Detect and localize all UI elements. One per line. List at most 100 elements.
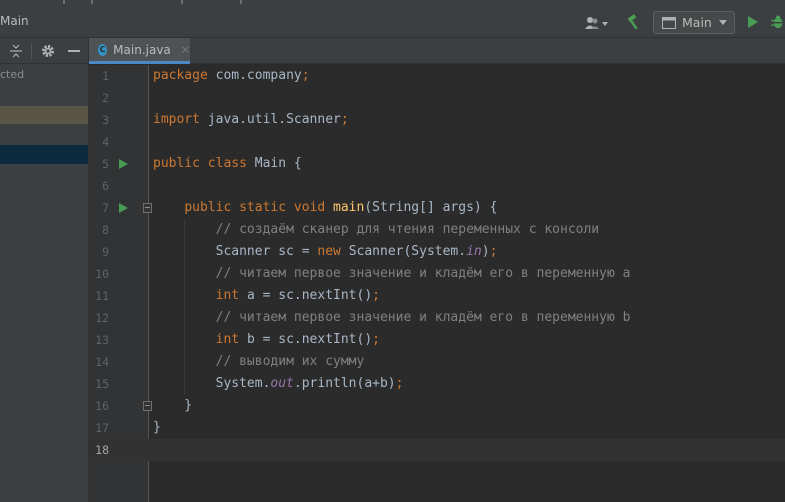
line-number: 11 (95, 289, 109, 303)
code-token: } (153, 420, 161, 435)
code-text: int b = sc.nextInt(); (153, 329, 380, 351)
code-text: int a = sc.nextInt(); (153, 285, 380, 307)
line-number: 18 (95, 443, 109, 457)
code-text: } (153, 395, 192, 417)
code-token: java.util.Scanner (207, 112, 341, 127)
editor-tab-bar: C Main.java × (89, 38, 785, 64)
code-line[interactable]: 15 System.out.println(a+b); (89, 373, 785, 395)
minimize-icon[interactable] (68, 50, 80, 52)
code-line[interactable]: 1 package com.company; (89, 65, 785, 87)
close-icon[interactable]: × (181, 43, 190, 56)
code-token: System. (153, 376, 271, 391)
build-hammer-icon[interactable] (626, 14, 642, 30)
gear-icon[interactable] (41, 44, 55, 58)
collapse-all-icon[interactable] (10, 44, 22, 58)
code-token: // читаем первое значение и кладём его в… (215, 266, 631, 281)
gutter-run-icon[interactable] (119, 203, 128, 213)
code-line[interactable]: 2 (89, 87, 785, 109)
code-token: com.company (215, 68, 302, 83)
tab-main-java[interactable]: C Main.java × (89, 38, 190, 64)
user-dropdown-icon[interactable] (585, 15, 609, 31)
line-number: 13 (95, 333, 109, 347)
code-token: in (466, 244, 482, 259)
code-line[interactable]: 4 (89, 131, 785, 153)
debug-bug-icon[interactable] (771, 14, 785, 30)
line-number: 16 (95, 399, 109, 413)
code-line[interactable]: 13 int b = sc.nextInt(); (89, 329, 785, 351)
code-text: public static void main(String[] args) { (153, 197, 497, 219)
code-line[interactable]: 8 // создаём сканер для чтения переменны… (89, 219, 785, 241)
code-text: public class Main { (153, 153, 302, 175)
indent-guide (184, 219, 185, 395)
line-number: 17 (95, 421, 109, 435)
java-class-icon: C (98, 43, 108, 56)
project-tree-item[interactable]: cted (0, 68, 24, 81)
code-line[interactable]: 6 (89, 175, 785, 197)
chevron-down-icon (719, 20, 727, 25)
code-token: int (215, 288, 247, 303)
code-line[interactable]: 17} (89, 417, 785, 439)
code-token: Scanner sc = (153, 244, 318, 259)
title-strip-tick (63, 0, 65, 4)
code-token: main (333, 200, 365, 215)
code-token: a = sc.nextInt() (246, 288, 373, 303)
code-line[interactable]: 16 } (89, 395, 785, 417)
code-token: // читаем первое значение и кладём его в… (215, 310, 631, 325)
code-text: Scanner sc = new Scanner(System.in); (153, 241, 498, 263)
code-line[interactable]: 14 // выводим их сумму (89, 351, 785, 373)
line-number: 10 (95, 267, 109, 281)
code-token: package (153, 68, 216, 83)
code-line[interactable]: 10 // читаем первое значение и кладём ег… (89, 263, 785, 285)
line-number: 5 (102, 157, 109, 171)
code-token: ) (481, 244, 490, 259)
run-configuration-select[interactable]: Main (653, 11, 735, 34)
title-strip-tick (91, 0, 93, 4)
line-number: 6 (102, 179, 109, 193)
code-token: .println(a+b) (293, 376, 396, 391)
line-number: 15 (95, 377, 109, 391)
code-token: ; (372, 332, 380, 347)
code-token: public class (153, 156, 255, 171)
code-token: ; (372, 288, 380, 303)
project-name[interactable]: Main (0, 14, 29, 28)
code-token: out (270, 376, 294, 391)
fold-marker-icon[interactable] (143, 203, 152, 213)
run-icon[interactable] (747, 15, 759, 29)
project-tree-row-selected[interactable] (0, 145, 88, 164)
code-token: // создаём сканер для чтения переменных … (215, 222, 600, 237)
code-token: Main { (254, 156, 302, 171)
tab-label: Main.java (113, 42, 171, 57)
code-line[interactable]: 7 public static void main(String[] args)… (89, 197, 785, 219)
code-token: ; (301, 68, 310, 83)
code-line[interactable]: 12 // читаем первое значение и кладём ег… (89, 307, 785, 329)
line-number: 7 (102, 201, 109, 215)
code-text: import java.util.Scanner; (153, 109, 349, 131)
code-token: public static void (184, 200, 334, 215)
main-toolbar: Main Main (0, 6, 785, 38)
code-line[interactable]: 9 Scanner sc = new Scanner(System.in); (89, 241, 785, 263)
code-token: new (317, 244, 349, 259)
code-line[interactable]: 18 (89, 439, 785, 461)
code-token: ; (395, 376, 404, 391)
code-text: package com.company; (153, 65, 310, 87)
code-token: b = sc.nextInt() (246, 332, 373, 347)
code-line[interactable]: 11 int a = sc.nextInt(); (89, 285, 785, 307)
line-number: 9 (102, 245, 109, 259)
gutter-run-icon[interactable] (119, 159, 128, 169)
code-text: // читаем первое значение и кладём его в… (153, 263, 631, 285)
line-number: 1 (102, 69, 109, 83)
code-token: (String[] args) { (364, 200, 498, 215)
code-token: ; (489, 244, 498, 259)
code-text: // создаём сканер для чтения переменных … (153, 219, 600, 241)
fold-marker-icon[interactable] (143, 401, 152, 411)
run-config-label: Main (682, 15, 712, 30)
code-token: import (153, 112, 208, 127)
line-number: 12 (95, 311, 109, 325)
code-line[interactable]: 5 public class Main { (89, 153, 785, 175)
code-token: ; (340, 112, 349, 127)
code-line[interactable]: 3 import java.util.Scanner; (89, 109, 785, 131)
project-tree-row[interactable] (0, 106, 88, 124)
title-strip-tick (240, 0, 242, 4)
title-strip-tick (181, 0, 183, 4)
